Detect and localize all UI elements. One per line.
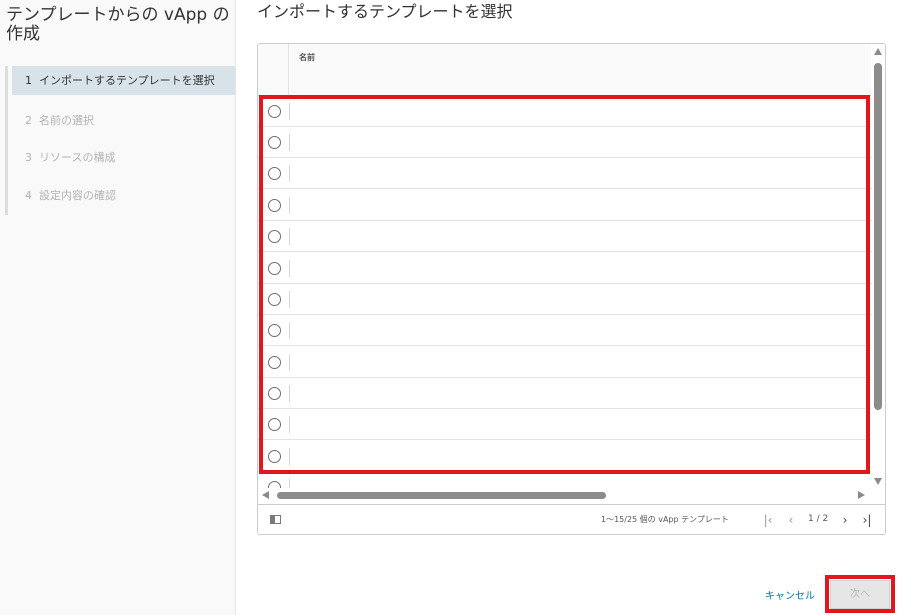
grid-rows: [258, 96, 871, 488]
row-radio[interactable]: [268, 105, 281, 118]
table-row[interactable]: [258, 284, 871, 315]
horizontal-scroll-thumb[interactable]: [277, 492, 606, 499]
page-title: インポートするテンプレートを選択: [257, 2, 513, 21]
wizard-title: テンプレートからの vApp の作成: [6, 5, 230, 44]
vertical-scrollbar[interactable]: [871, 44, 885, 488]
select-column-header: [258, 44, 289, 96]
scroll-right-icon[interactable]: [858, 491, 865, 499]
row-radio[interactable]: [268, 230, 281, 243]
row-radio[interactable]: [268, 481, 281, 488]
cell-divider: [289, 322, 290, 339]
table-row[interactable]: [258, 315, 871, 346]
row-radio[interactable]: [268, 293, 281, 306]
column-toggle-icon[interactable]: [270, 515, 281, 524]
chevron-left-icon[interactable]: ‹: [784, 511, 798, 529]
cell-divider: [289, 134, 290, 151]
vertical-scroll-thumb[interactable]: [874, 63, 882, 410]
cell-divider: [289, 479, 290, 488]
wizard-steps: 1 インポートするテンプレートを選択 2 名前の選択 3 リソースの構成 4 設定内容の…: [5, 66, 235, 215]
table-row[interactable]: [258, 472, 871, 488]
scroll-up-icon[interactable]: [874, 48, 882, 55]
table-row[interactable]: [258, 127, 871, 158]
scroll-left-icon[interactable]: [262, 491, 269, 499]
item-count: 1～15/25 個の vApp テンプレート: [601, 515, 729, 524]
step-number: 1: [25, 74, 32, 87]
step-label: 名前の選択: [39, 114, 94, 127]
wizard-sidebar: テンプレートからの vApp の作成 1 インポートするテンプレートを選択 2 名前…: [0, 0, 236, 615]
row-radio[interactable]: [268, 167, 281, 180]
template-grid: 名前 1～15/25 個の vApp テンプレート |‹ ‹ 1 / 2 › ›…: [257, 43, 886, 535]
page-indicator: 1 / 2: [808, 514, 829, 524]
step-select-name[interactable]: 2 名前の選択: [12, 106, 235, 135]
cell-divider: [289, 260, 290, 277]
first-page-icon[interactable]: |‹: [761, 511, 775, 529]
cell-divider: [289, 228, 290, 245]
wizard-dialog: テンプレートからの vApp の作成 1 インポートするテンプレートを選択 2 名前…: [0, 0, 898, 615]
table-row[interactable]: [258, 190, 871, 221]
cell-divider: [289, 385, 290, 402]
step-number: 3: [25, 151, 32, 164]
step-label: リソースの構成: [39, 151, 116, 164]
step-configure-resources[interactable]: 3 リソースの構成: [12, 143, 235, 172]
step-review[interactable]: 4 設定内容の確認: [12, 181, 235, 210]
scroll-down-icon[interactable]: [874, 478, 882, 485]
row-radio[interactable]: [268, 387, 281, 400]
cancel-button[interactable]: キャンセル: [765, 587, 815, 602]
table-row[interactable]: [258, 96, 871, 127]
table-row[interactable]: [258, 221, 871, 252]
row-radio[interactable]: [268, 324, 281, 337]
chevron-right-icon[interactable]: ›: [838, 511, 852, 529]
step-number: 2: [25, 114, 32, 127]
cell-divider: [289, 197, 290, 214]
step-number: 4: [25, 189, 32, 202]
table-row[interactable]: [258, 158, 871, 189]
table-row[interactable]: [258, 253, 871, 284]
step-label: インポートするテンプレートを選択: [39, 74, 215, 87]
grid-header: 名前: [258, 44, 871, 96]
step-label: 設定内容の確認: [39, 189, 116, 202]
row-radio[interactable]: [268, 356, 281, 369]
grid-footer: 1～15/25 個の vApp テンプレート |‹ ‹ 1 / 2 › ›|: [258, 504, 885, 534]
table-row[interactable]: [258, 441, 871, 472]
row-radio[interactable]: [268, 450, 281, 463]
row-radio[interactable]: [268, 418, 281, 431]
row-radio[interactable]: [268, 262, 281, 275]
cell-divider: [289, 354, 290, 371]
table-row[interactable]: [258, 409, 871, 440]
row-radio[interactable]: [268, 199, 281, 212]
column-header-name[interactable]: 名前: [299, 52, 315, 63]
next-button[interactable]: 次へ: [830, 580, 890, 609]
table-row[interactable]: [258, 378, 871, 409]
cell-divider: [289, 103, 290, 120]
cell-divider: [289, 291, 290, 308]
last-page-icon[interactable]: ›|: [860, 511, 874, 529]
table-row[interactable]: [258, 347, 871, 378]
cell-divider: [289, 416, 290, 433]
row-radio[interactable]: [268, 136, 281, 149]
cell-divider: [289, 165, 290, 182]
horizontal-scrollbar[interactable]: [258, 488, 871, 503]
step-select-template[interactable]: 1 インポートするテンプレートを選択: [12, 66, 235, 95]
cell-divider: [289, 448, 290, 465]
